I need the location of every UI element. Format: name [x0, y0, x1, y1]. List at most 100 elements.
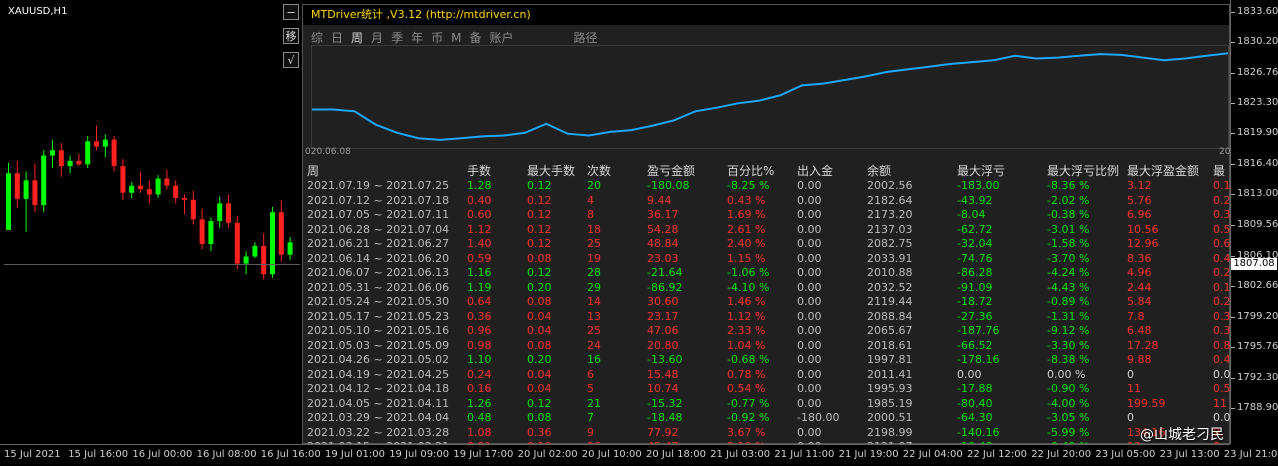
table-row[interactable]: 2021.07.05 ~ 2021.07.11 0.60 0.12 8 36.17 1.6… — [307, 207, 1231, 222]
cell-dd_pct: 0.00 % — [1047, 367, 1086, 381]
tab-7[interactable]: M — [451, 31, 461, 45]
cell-balance: 2011.41 — [867, 367, 913, 381]
cell-pct: 0.54 % — [727, 382, 766, 395]
table-row[interactable]: 2021.05.31 ~ 2021.06.06 1.19 0.20 29 -86.92 -… — [307, 280, 1231, 295]
cell-lots: 0.96 — [467, 324, 492, 337]
candle — [67, 155, 73, 174]
cell-max_dd: -8.04 — [957, 208, 986, 221]
cell-week: 2021.06.21 ~ 2021.06.27 — [307, 237, 450, 250]
table-row[interactable]: 2021.05.10 ~ 2021.05.16 0.96 0.04 25 47.06 2.… — [307, 323, 1231, 338]
cell-max_lots: 0.36 — [527, 425, 552, 439]
cell-pnl: -15.32 — [647, 396, 683, 410]
table-row[interactable]: 2021.05.24 ~ 2021.05.30 0.64 0.08 14 30.60 1.… — [307, 294, 1231, 309]
table-row[interactable]: 2021.06.07 ~ 2021.06.13 1.16 0.12 28 -21.64 -… — [307, 265, 1231, 280]
cell-pnl: -21.64 — [647, 266, 683, 279]
table-row[interactable]: 2021.03.29 ~ 2021.04.04 0.48 0.08 7 -18.48 -0… — [307, 410, 1231, 425]
candle — [23, 171, 29, 232]
column-header[interactable]: 余额 — [867, 162, 891, 179]
watermark: @山城老刁民 — [1140, 427, 1224, 443]
column-header[interactable]: 周 — [307, 162, 319, 179]
cell-week: 2021.05.24 ~ 2021.05.30 — [307, 295, 450, 308]
column-header[interactable]: 手数 — [467, 162, 491, 179]
tab-5[interactable]: 年 — [411, 31, 423, 45]
cell-count: 19 — [587, 251, 601, 265]
cell-pct: -0.92 % — [727, 411, 770, 424]
tab-1[interactable]: 日 — [331, 31, 343, 45]
cell-count: 21 — [587, 396, 601, 410]
cell-dd_pct: -0.89 % — [1047, 295, 1090, 308]
candle — [58, 143, 64, 177]
cell-count: 14 — [587, 295, 601, 308]
time-axis[interactable]: 15 Jul 2021 15 Jul 16:00 16 Jul 00:00 16 Ju… — [0, 444, 1278, 466]
cell-max_dd: -32.04 — [957, 237, 993, 250]
price-label: 1823.30 — [1237, 97, 1278, 109]
column-header[interactable]: 最大手数 — [527, 162, 575, 179]
cell-pnl: 36.17 — [647, 208, 679, 221]
minimize-button[interactable]: − — [283, 4, 299, 20]
tab-4[interactable]: 季 — [391, 31, 403, 45]
cell-balance: 1985.19 — [867, 396, 913, 410]
cell-balance: 2173.20 — [867, 208, 913, 221]
cell-last: 0.0 — [1213, 411, 1231, 424]
cell-max_lots: 0.12 — [527, 396, 552, 410]
move-button[interactable]: 移 — [283, 28, 299, 44]
table-row[interactable]: 2021.07.19 ~ 2021.07.25 1.28 0.12 20 -180.08… — [307, 178, 1231, 193]
column-header[interactable]: 最大浮亏 — [957, 162, 1005, 179]
table-row[interactable]: 2021.07.12 ~ 2021.07.18 0.40 0.12 4 9.44 0.43… — [307, 193, 1231, 208]
price-label: 1816.40 — [1237, 158, 1278, 170]
cell-pct: 1.12 % — [727, 309, 766, 323]
table-row[interactable]: 2021.05.03 ~ 2021.05.09 0.98 0.08 24 20.80 1.… — [307, 338, 1231, 353]
cell-max_lots: 0.20 — [527, 280, 552, 294]
tab-0[interactable]: 综 — [311, 31, 323, 45]
tab-8[interactable]: 备 — [469, 31, 481, 45]
tab-10[interactable]: 路径 — [574, 31, 598, 45]
column-header[interactable]: 盈亏金额 — [647, 162, 695, 179]
price-tick — [1231, 255, 1235, 257]
cell-max_lots: 0.08 — [527, 295, 552, 308]
price-label: 1830.20 — [1237, 36, 1278, 48]
table-row[interactable]: 2021.04.05 ~ 2021.04.11 1.26 0.12 21 -15.32 -… — [307, 396, 1231, 411]
time-label: 16 Jul 16:00 — [260, 449, 321, 460]
cell-lots: 0.48 — [467, 411, 492, 424]
period-tabs: 综日周月季年币 M 备账户 路径 — [311, 29, 606, 45]
table-row[interactable]: 2021.03.22 ~ 2021.03.28 1.08 0.36 9 77.92 3.6… — [307, 425, 1231, 440]
column-header[interactable]: 最大浮亏比例 — [1047, 162, 1119, 179]
table-row[interactable]: 2021.04.19 ~ 2021.04.25 0.24 0.04 6 15.48 0.7… — [307, 367, 1231, 382]
column-header[interactable]: 最 — [1213, 162, 1225, 179]
column-header[interactable]: 出入金 — [797, 162, 833, 179]
tab-9[interactable]: 账户 — [489, 31, 513, 45]
cell-max_float: 10.56 — [1127, 222, 1159, 236]
column-header[interactable]: 最大浮盈金额 — [1127, 162, 1199, 179]
candle — [226, 194, 231, 229]
cell-week: 2021.07.12 ~ 2021.07.18 — [307, 193, 450, 207]
cell-week: 2021.06.28 ~ 2021.07.04 — [307, 222, 450, 236]
table-row[interactable]: 2021.06.14 ~ 2021.06.20 0.59 0.08 19 23.03 1.… — [307, 251, 1231, 266]
table-row[interactable]: 2021.04.12 ~ 2021.04.18 0.16 0.04 5 10.74 0.5… — [307, 381, 1231, 396]
table-row[interactable]: 2021.04.26 ~ 2021.05.02 1.10 0.20 16 -13.60 -… — [307, 352, 1231, 367]
candlestick-chart[interactable] — [0, 0, 302, 444]
cell-pct: 1.46 % — [727, 295, 766, 308]
table-row[interactable]: 2021.05.17 ~ 2021.05.23 0.36 0.04 13 23.17 1.… — [307, 309, 1231, 324]
tab-2[interactable]: 周 — [351, 31, 363, 45]
cell-count: 25 — [587, 237, 601, 250]
cell-max_dd: -64.30 — [957, 411, 993, 424]
table-row[interactable]: 2021.06.28 ~ 2021.07.04 1.12 0.12 18 54.28 2.… — [307, 222, 1231, 237]
equity-start-label: 020.06.08 — [305, 147, 351, 157]
cell-balance: 2032.52 — [867, 280, 913, 294]
column-header[interactable]: 次数 — [587, 162, 611, 179]
tab-3[interactable]: 月 — [371, 31, 383, 45]
check-button[interactable]: √ — [283, 52, 299, 68]
subwindow-divider[interactable] — [4, 264, 300, 265]
cell-pct: -1.06 % — [727, 266, 770, 279]
cell-balance: 2033.91 — [867, 251, 913, 265]
panel-title: MTDriver统计 ,V3.12 (http://mtdriver.cn) — [303, 5, 1229, 25]
table-row[interactable]: 2021.06.21 ~ 2021.06.27 1.40 0.12 25 48.84 2.… — [307, 236, 1231, 251]
cell-cash: -180.00 — [797, 411, 840, 424]
cell-pct: 0.78 % — [727, 367, 766, 381]
column-header[interactable]: 百分比% — [727, 162, 774, 179]
tab-6[interactable]: 币 — [431, 31, 443, 45]
price-axis[interactable]: 1833.60 1830.20 1826.76 1823.30 1819.90 1816.… — [1230, 0, 1278, 444]
price-tick — [1231, 72, 1235, 74]
cell-last: 0.8 — [1213, 338, 1231, 352]
cell-pct: -0.68 % — [727, 353, 770, 366]
